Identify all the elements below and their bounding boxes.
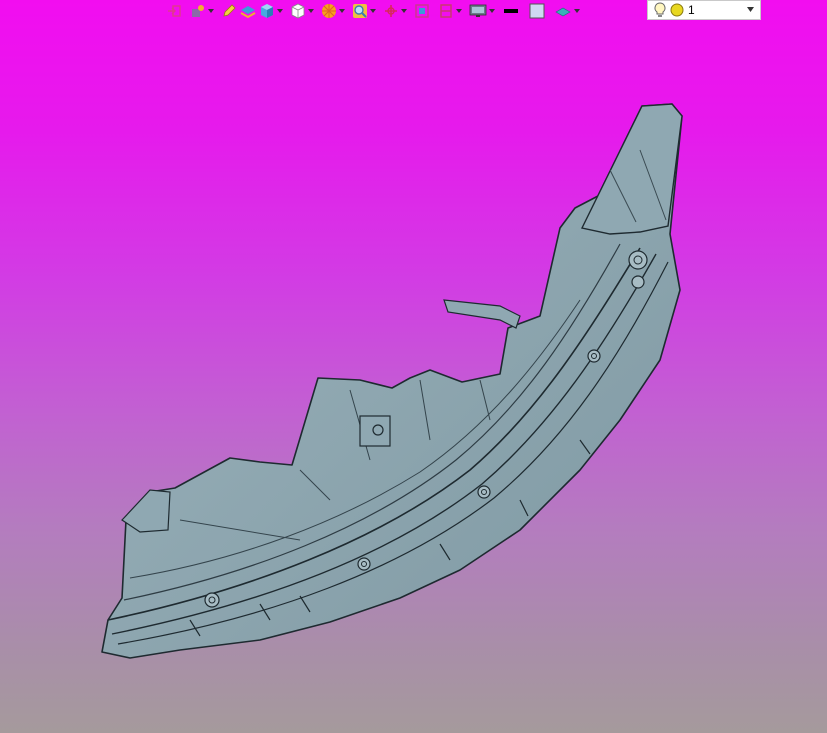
measure-dropdown-icon[interactable] (207, 0, 214, 21)
section-icon[interactable] (437, 0, 455, 21)
section-dropdown-icon[interactable] (455, 0, 462, 21)
headlamp-housing-model[interactable] (0, 22, 827, 733)
lightbulb-icon (654, 2, 666, 17)
axis-icon[interactable] (382, 0, 400, 21)
fill-color-swatch[interactable] (527, 0, 547, 21)
axis-dropdown-icon[interactable] (400, 0, 407, 21)
plane-icon[interactable] (553, 0, 573, 21)
sun-icon (670, 3, 684, 17)
layer-value: 1 (688, 3, 695, 17)
fit-window-icon[interactable] (413, 0, 431, 21)
plane-dropdown-icon[interactable] (573, 0, 580, 21)
zoom-icon[interactable] (351, 0, 369, 21)
measure-icon[interactable] (189, 0, 207, 21)
cube-wire-icon[interactable] (289, 0, 307, 21)
layer-icon[interactable] (238, 0, 258, 21)
chevron-down-icon[interactable] (747, 7, 754, 12)
cube-shaded-icon[interactable] (258, 0, 276, 21)
pencil-icon[interactable] (220, 0, 238, 21)
display-icon[interactable] (468, 0, 488, 21)
exit-sketch-icon[interactable] (165, 0, 183, 21)
view-dropdown-icon[interactable] (307, 0, 314, 21)
layer-selector[interactable]: 1 (647, 0, 761, 20)
color-dropdown-icon[interactable] (338, 0, 345, 21)
zoom-dropdown-icon[interactable] (369, 0, 376, 21)
display-dropdown-icon[interactable] (488, 0, 495, 21)
color-wheel-icon[interactable] (320, 0, 338, 21)
line-color-swatch[interactable] (501, 0, 521, 21)
cube-dropdown-icon[interactable] (276, 0, 283, 21)
main-toolbar (165, 0, 580, 21)
3d-viewport[interactable] (0, 22, 827, 733)
